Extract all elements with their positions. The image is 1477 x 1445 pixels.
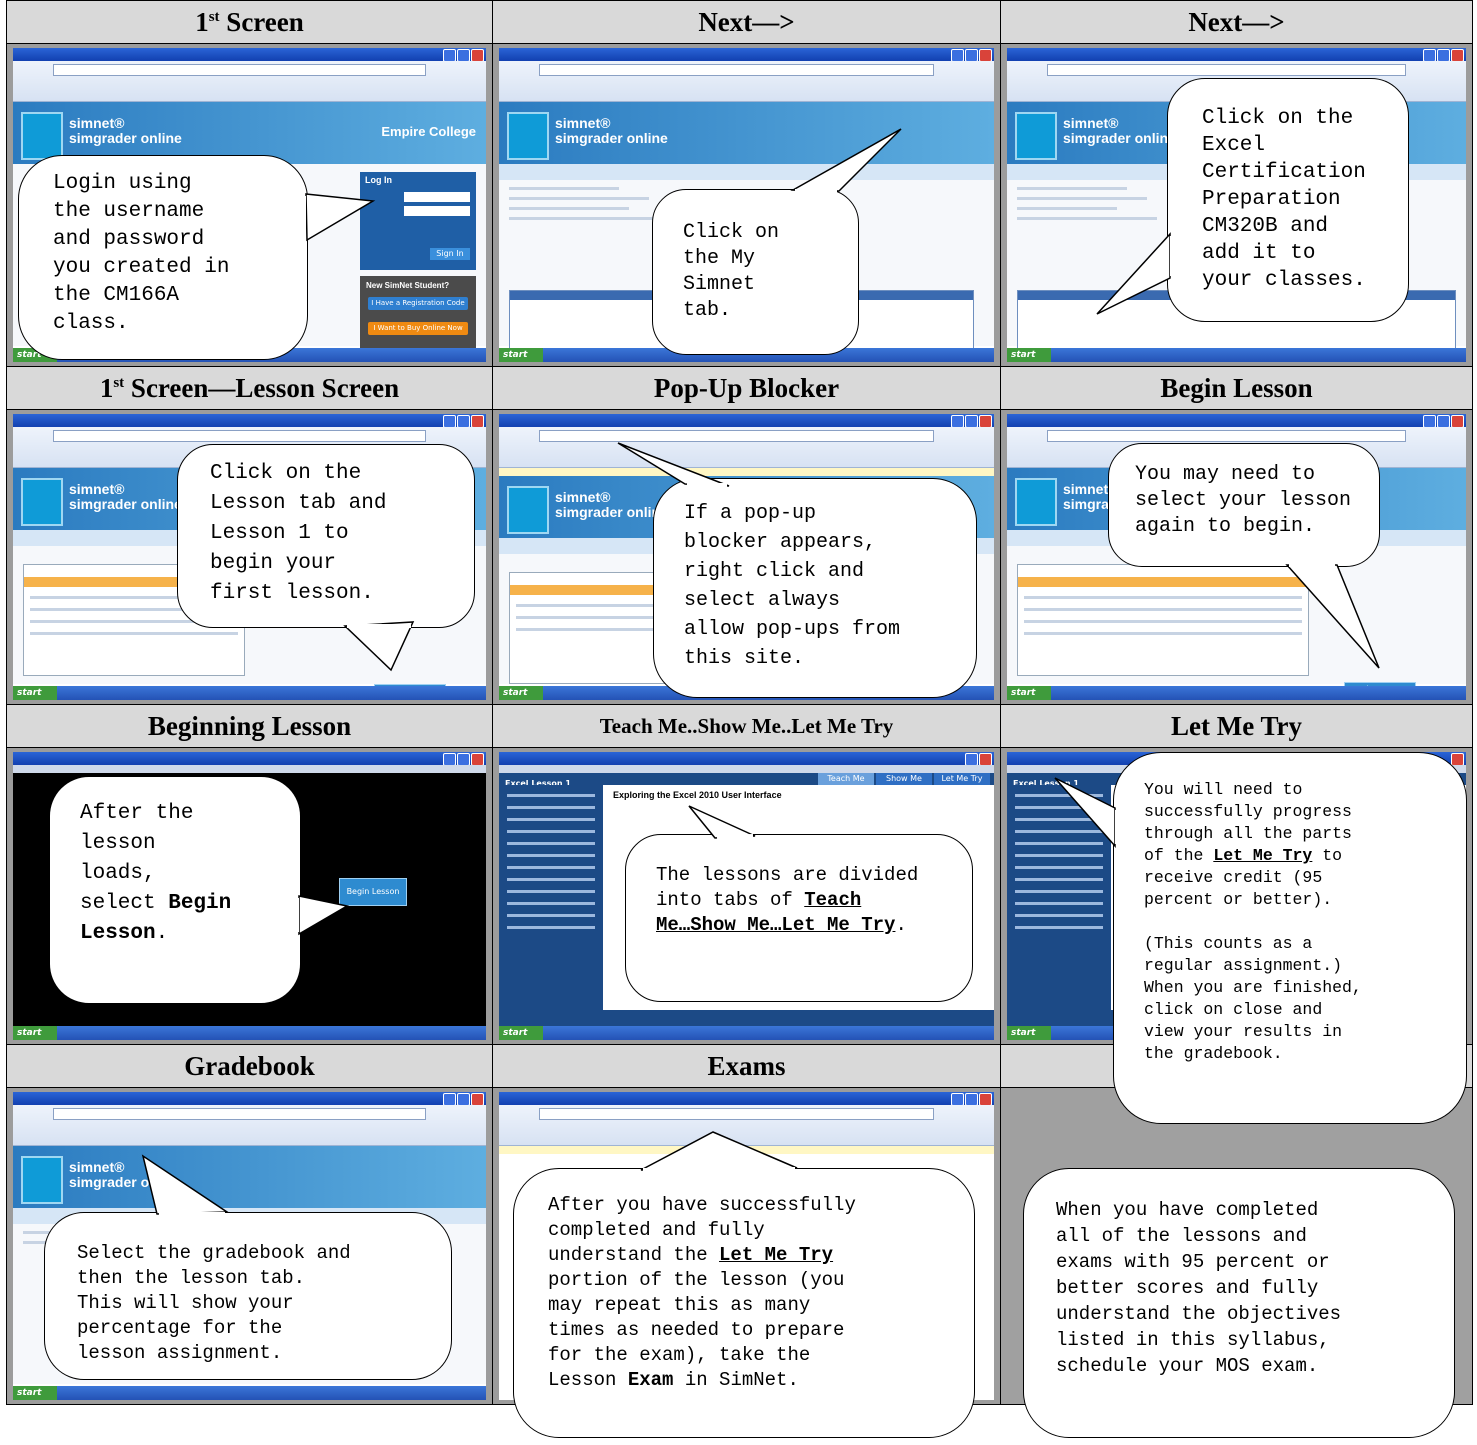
window-title-bar — [13, 48, 486, 61]
header-first-screen: 1st Screen — [6, 0, 493, 44]
callout-my-simnet: Click on the My Simnet tab. — [652, 189, 859, 355]
address-bar[interactable] — [53, 64, 426, 76]
cell-excel-certification: simnet® simgrader online start Click on t… — [1000, 43, 1473, 367]
lesson-topic-list[interactable] — [499, 785, 603, 1010]
new-student-title: New SimNet Student? — [366, 281, 450, 290]
cell-my-simnet: simnet® simgrader online start Click on t… — [492, 43, 1001, 367]
cell-gradebook: simnet® simgrader online start Select the… — [6, 1087, 493, 1405]
password-field[interactable] — [404, 206, 470, 216]
college-name: Empire College — [381, 124, 476, 139]
cell-popup-blocker: simnet® simgrader online start If a pop-u… — [492, 409, 1001, 705]
tab-let-me-try[interactable]: Let Me Try — [934, 773, 990, 785]
cell-exams: After you have successfully completed an… — [492, 1087, 1001, 1438]
header-popup-blocker: Pop-Up Blocker — [492, 366, 1001, 410]
username-field[interactable] — [404, 192, 470, 202]
cell-login-screen: simnet® simgrader online Empire College L… — [6, 43, 493, 367]
sign-in-button[interactable]: Sign In — [430, 248, 470, 260]
callout-excel-certification: Click on the Excel Certification Prepara… — [1167, 78, 1409, 322]
brand-line-1: simnet® — [69, 115, 125, 131]
cell-let-me-try: Excel Lesson 1 start You will need to su… — [1000, 747, 1473, 1124]
simnet-banner: simnet® simgrader online — [499, 102, 994, 164]
registration-code-button[interactable]: I Have a Registration Code — [368, 297, 468, 310]
header-next-2: Next—> — [1000, 0, 1473, 44]
buy-online-button[interactable]: I Want to Buy Online Now — [368, 322, 468, 335]
syllabus-instruction-table: 1st Screen Next—> Next—> simnet® simgrade… — [6, 0, 1473, 1445]
callout-begin-lesson: After the lesson loads, select Begin Les… — [49, 776, 301, 1004]
simnet-tab-row[interactable] — [499, 164, 994, 180]
steps-grid: 1st Screen Next—> Next—> simnet® simgrade… — [6, 0, 1473, 1438]
login-panel: Log In Sign In — [360, 172, 476, 270]
cell-beginning-lesson: Begin Lesson start After the lesson load… — [6, 747, 493, 1045]
browser-toolbar — [13, 61, 486, 102]
header-let-me-try: Let Me Try — [1000, 704, 1473, 748]
header-teach-show-try: Teach Me..Show Me..Let Me Try — [492, 704, 1001, 748]
callout-gradebook: Select the gradebook and then the lesson… — [44, 1212, 452, 1380]
begin-lesson-button[interactable]: Begin Lesson — [339, 878, 407, 906]
lesson-heading: Exploring the Excel 2010 User Interface — [613, 790, 782, 800]
callout-popup-blocker: If a pop-up blocker appears, right click… — [653, 478, 977, 698]
tab-show-me[interactable]: Show Me — [876, 773, 932, 785]
header-next-1: Next—> — [492, 0, 1001, 44]
callout-let-me-try: You will need to successfully progress t… — [1113, 752, 1467, 1124]
header-lesson-screen: 1st Screen—Lesson Screen — [6, 366, 493, 410]
header-gradebook: Gradebook — [6, 1044, 493, 1088]
cell-final-step: When you have completed all of the lesso… — [1000, 1087, 1473, 1438]
sim-logo — [21, 112, 63, 160]
brand-line-2: simgrader online — [69, 130, 182, 146]
callout-lesson-tab: Click on the Lesson tab and Lesson 1 to … — [177, 444, 475, 628]
callout-final: When you have completed all of the lesso… — [1023, 1168, 1455, 1438]
header-begin-lesson: Begin Lesson — [1000, 366, 1473, 410]
callout-select-again: You may need to select your lesson again… — [1108, 443, 1380, 567]
header-beginning-lesson: Beginning Lesson — [6, 704, 493, 748]
login-title: Log In — [365, 175, 392, 185]
callout-lesson-tabs: The lessons are divided into tabs of Tea… — [625, 834, 973, 1002]
cell-begin-lesson: simnet®simgrader online Take Lesson star… — [1000, 409, 1473, 705]
cell-lesson-tab: simnet®simgrader online Take Lesson star… — [6, 409, 493, 705]
tab-teach-me[interactable]: Teach Me — [818, 773, 874, 785]
callout-exams: After you have successfully completed an… — [513, 1168, 975, 1438]
header-exams: Exams — [492, 1044, 1001, 1088]
cell-teach-show-try: Excel Lesson 1 Teach Me Show Me Let Me T… — [492, 747, 1001, 1045]
callout-login: Login using the username and password yo… — [18, 155, 308, 360]
